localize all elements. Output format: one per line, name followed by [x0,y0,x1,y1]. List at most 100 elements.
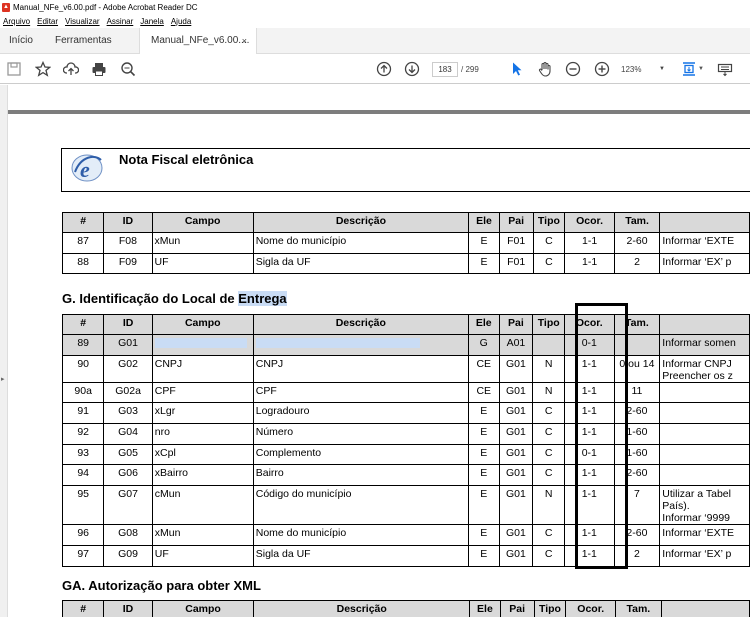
cell-descricao: Sigla da UF [252,544,469,567]
cell-observacao: Informar somen [659,334,750,356]
cell-pai: G01 [498,381,534,404]
cell-campo: xMun [151,232,254,254]
page-fit-dropdown-icon[interactable]: ▼ [697,60,705,78]
cell-tipo: N [532,485,566,526]
col-num: # [61,212,105,233]
col-ocor: Ocor. [564,212,615,233]
selected-text-entrega[interactable]: Entrega [238,291,287,306]
print-icon[interactable] [90,60,108,78]
save-icon[interactable] [5,60,23,78]
cell-num: 93 [61,443,105,466]
tab-document[interactable]: Manual_NFe_v6.00.... × [139,28,257,54]
next-page-icon[interactable] [403,60,421,78]
tab-inicio[interactable]: Início [9,28,33,54]
cell-observacao [659,443,750,466]
table-row: 88 F09 UF Sigla da UF E F01 C 1-1 2 Informar ‘EX’… [61,252,750,275]
nfe-page-header: e Nota Fiscal eletrônica [61,148,750,192]
menu-visualizar[interactable]: Visualizar [65,17,100,26]
cell-tipo: N [532,354,566,383]
cell-id: G05 [103,443,153,466]
cell-ele: G [467,334,500,356]
menu-ajuda[interactable]: Ajuda [171,17,191,26]
cell-campo: xLgr [151,402,254,425]
menu-assinar[interactable]: Assinar [107,17,134,26]
toolbar: 183 / 299 123% ▼ ▼ [0,54,750,84]
cell-campo: CNPJ [151,354,254,383]
section-g-title-text: G. Identificação do Local de [62,291,239,306]
cell-pai: G01 [498,443,534,466]
cell-pai: G01 [498,544,534,567]
cell-tipo: C [532,464,566,487]
search-icon[interactable] [119,60,137,78]
cell-observacao: Informar ‘EXTE [659,524,750,546]
section-g-title: G. Identificação do Local de Entrega [62,291,287,306]
cell-observacao [659,402,750,425]
cell-ele: E [467,464,500,487]
cell-tipo: N [532,381,566,404]
cell-descricao: CPF [252,381,469,404]
fields-table-ga: # ID Campo Descrição Ele Pai Tipo Ocor. … [61,600,750,617]
table-row: 96 G08 xMun Nome do município E G01 C 1-1 2-60 In… [61,524,750,546]
cell-campo: CPF [151,381,254,404]
previous-page-icon[interactable] [375,60,393,78]
keyboard-icon[interactable] [716,60,734,78]
cell-descricao: Bairro [252,464,469,487]
document-view[interactable]: ▸ e Nota Fiscal eletrônica # ID Campo De… [0,85,750,617]
col-ele: Ele [469,600,501,617]
bookmark-star-icon[interactable] [34,60,52,78]
page-fit-icon[interactable] [680,60,698,78]
menu-editar[interactable]: Editar [37,17,58,26]
table-row: 93 G05 xCpl Complemento E G01 C 0-1 1-60 [61,443,750,466]
acrobat-window: ▲ Manual_NFe_v6.00.pdf - Adobe Acrobat R… [0,0,750,617]
zoom-out-icon[interactable] [564,60,582,78]
col-pai: Pai [499,600,535,617]
table-row: 94 G06 xBairro Bairro E G01 C 1-1 2-60 [61,464,750,487]
cell-pai: G01 [498,354,534,383]
navigation-pane-collapsed[interactable]: ▸ [0,85,8,617]
cell-pai: F01 [498,232,534,254]
cell-ele: E [467,402,500,425]
cell-tipo: C [532,524,566,546]
cell-pai: G01 [498,423,534,445]
select-cursor-icon[interactable] [508,60,526,78]
cell-descricao: Logradouro [252,402,469,425]
col-tipo: Tipo [533,600,567,617]
cell-id: G07 [103,485,153,526]
page-number-input[interactable]: 183 [432,62,458,77]
fields-table-f: # ID Campo Descrição Ele Pai Tipo Ocor. … [61,212,750,275]
ocor-column-highlight-box [575,303,628,569]
zoom-in-icon[interactable] [593,60,611,78]
cell-campo: xCpl [151,443,254,466]
zoom-level-select[interactable]: 123% ▼ [621,62,667,77]
cell-id: F09 [103,252,153,275]
col-num: # [61,314,105,335]
cell-tipo: C [532,443,566,466]
table-row: 95 G07 cMun Código do município E G01 N 1-1 7 Uti… [61,485,750,526]
page-total: / 299 [461,65,479,74]
cell-tam: 2-60 [613,232,661,254]
col-observacao [659,314,750,335]
cell-num: 97 [61,544,105,567]
chevron-down-icon: ▼ [659,66,665,72]
table1-body: 87 F08 xMun Nome do município E F01 C 1-1 2-60 In… [61,232,750,275]
expand-pane-icon[interactable]: ▸ [1,375,5,383]
cell-observacao: Informar ‘EX’ p [659,252,750,275]
col-campo: Campo [151,314,254,335]
tab-ferramentas[interactable]: Ferramentas [55,28,112,54]
close-icon[interactable]: × [242,28,247,54]
upload-cloud-icon[interactable] [62,60,80,78]
cell-descricao: Nome do município [252,524,469,546]
hand-tool-icon[interactable] [536,60,554,78]
menu-janela[interactable]: Janela [140,17,164,26]
col-tam: Tam. [613,212,661,233]
cell-pai: A01 [498,334,534,356]
cell-num: 88 [61,252,105,275]
cell-id: G02a [103,381,153,404]
table-row: 90 G02 CNPJ CNPJ CE G01 N 1-1 0 ou 14 Informar CN… [61,354,750,383]
cell-observacao: Informar ‘EX’ p [659,544,750,567]
menu-arquivo[interactable]: Arquivo [3,17,30,26]
table-row: 89 G01 G A01 0-1 Informar somen [61,334,750,356]
table-header-row: # ID Campo Descrição Ele Pai Tipo Ocor. … [61,600,750,617]
col-pai: Pai [498,314,534,335]
col-id: ID [103,212,153,233]
